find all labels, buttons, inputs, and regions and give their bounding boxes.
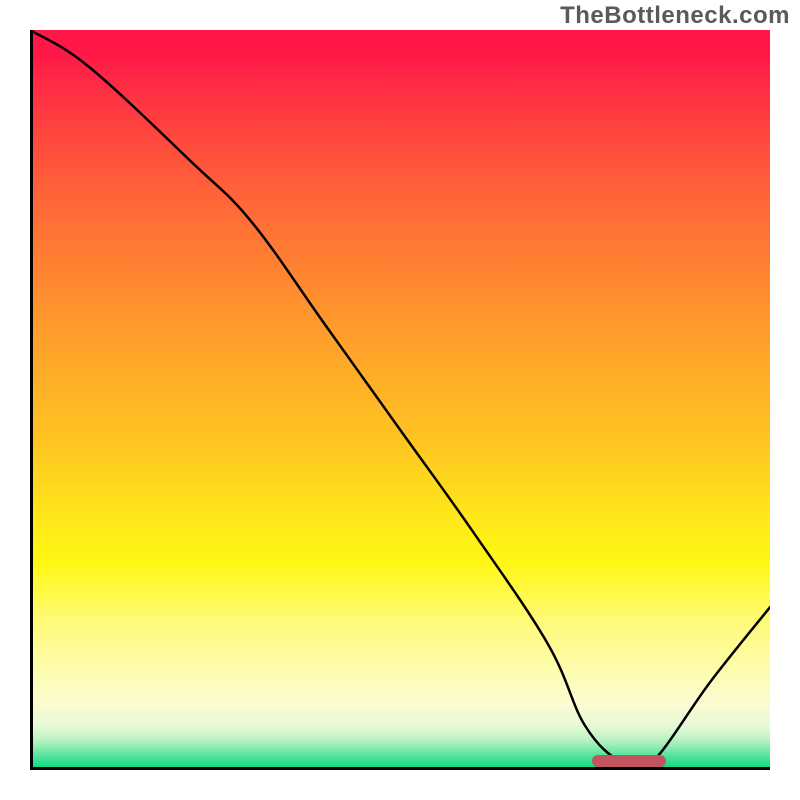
plot-area	[30, 30, 770, 770]
watermark-text: TheBottleneck.com	[560, 2, 790, 30]
chart-container: TheBottleneck.com	[0, 0, 800, 800]
bottleneck-curve	[30, 30, 770, 770]
curve-svg	[30, 30, 770, 770]
optimal-range-marker	[592, 755, 666, 767]
